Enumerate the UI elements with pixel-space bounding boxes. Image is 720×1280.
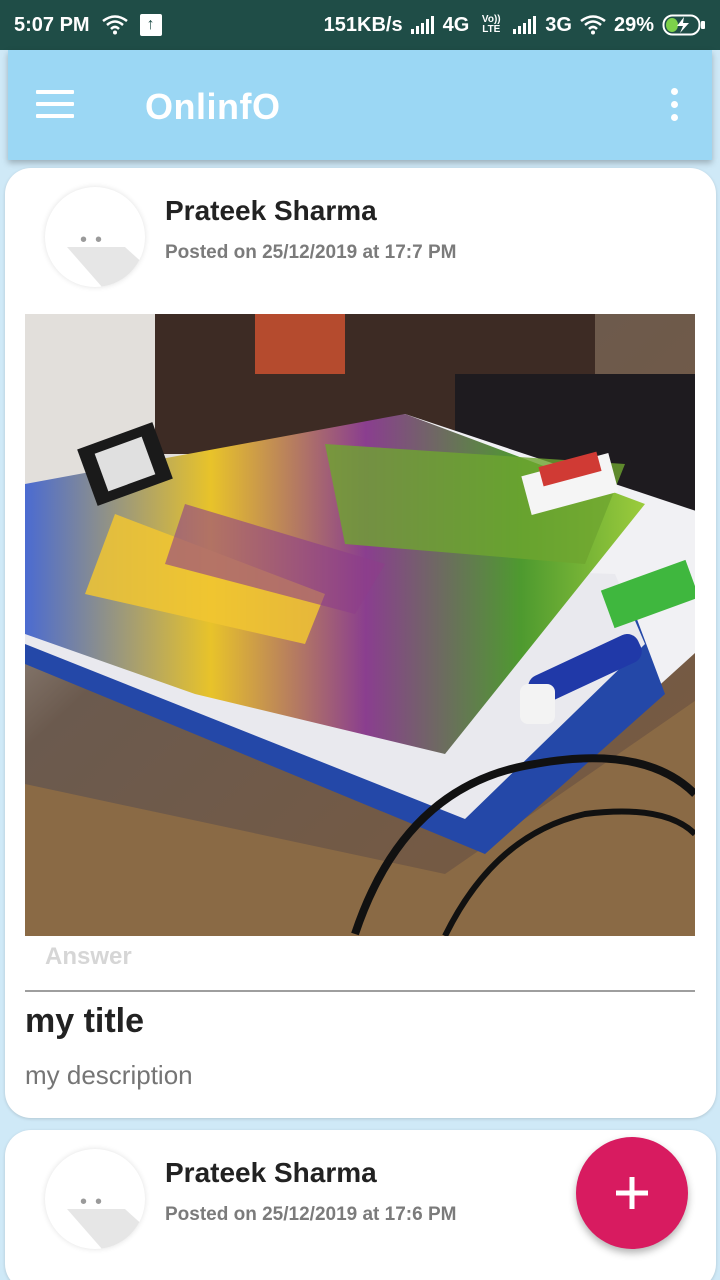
- overflow-menu-icon[interactable]: [664, 88, 684, 124]
- app-title: OnlinfO: [145, 86, 281, 127]
- post-timestamp: Posted on 25/12/2019 at 17:6 PM: [165, 1204, 457, 1225]
- post-timestamp: Posted on 25/12/2019 at 17:7 PM: [165, 242, 457, 263]
- avatar-dots: ••: [80, 1191, 111, 1213]
- battery-charging-icon: [662, 14, 706, 36]
- avatar: ••: [45, 187, 145, 287]
- wifi-icon-2: [580, 15, 606, 35]
- signal-icon-2: [513, 16, 537, 34]
- answer-label[interactable]: Answer: [45, 943, 132, 971]
- post-title: my title: [25, 1002, 145, 1040]
- plus-icon: [616, 1177, 648, 1209]
- post-description: my description: [25, 1060, 193, 1090]
- signal-icon: [410, 16, 435, 34]
- divider: [25, 990, 695, 992]
- add-post-button[interactable]: [576, 1137, 688, 1249]
- network-speed: 151KB/s: [323, 13, 403, 36]
- status-bar: 5:07 PM ↑ 151KB/s 4G Vo)) LTE 3G 29%: [0, 0, 720, 50]
- wifi-icon: [101, 15, 128, 35]
- post-card[interactable]: •• Prateek Sharma Posted on 25/12/2019 a…: [5, 168, 716, 1118]
- menu-icon[interactable]: [36, 90, 76, 120]
- post-author: Prateek Sharma: [165, 195, 377, 226]
- volte-label: Vo)) LTE: [481, 14, 501, 35]
- post-image[interactable]: [25, 314, 695, 936]
- upload-icon: ↑: [139, 14, 162, 36]
- app-bar: OnlinfO: [8, 50, 712, 160]
- post-author: Prateek Sharma: [165, 1157, 377, 1188]
- avatar-dots: ••: [80, 229, 111, 251]
- network-type-2: 3G: [545, 13, 572, 36]
- clock: 5:07 PM: [14, 13, 90, 36]
- battery-percent: 29%: [613, 13, 654, 36]
- avatar: ••: [45, 1149, 145, 1249]
- network-type-1: 4G: [442, 13, 470, 36]
